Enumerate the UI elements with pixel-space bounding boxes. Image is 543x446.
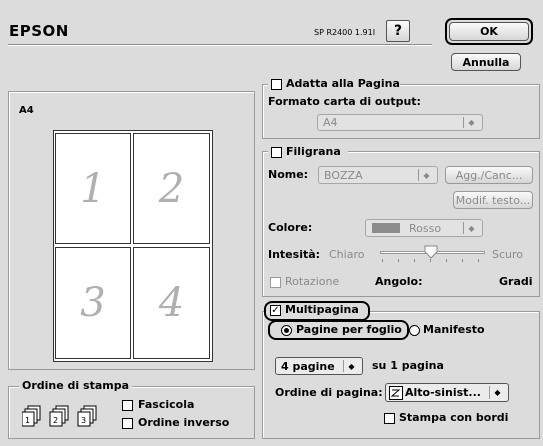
collate-stack-icon: 1 2 3 bbox=[21, 405, 114, 427]
paper-size-label: A4 bbox=[19, 105, 34, 116]
reverse-order-checkbox[interactable] bbox=[122, 418, 133, 429]
multipage-label: Multipagina bbox=[285, 303, 359, 316]
preview-page-1: 1 bbox=[55, 133, 131, 244]
pages-count-value: 4 pagine bbox=[281, 359, 335, 373]
slider-ticks bbox=[382, 259, 482, 262]
help-icon: ? bbox=[393, 23, 403, 39]
print-borders-checkbox[interactable] bbox=[384, 413, 395, 424]
intensity-low-label: Chiaro bbox=[329, 248, 365, 261]
output-paper-value: A4 bbox=[323, 116, 338, 129]
watermark-name-label: Nome: bbox=[268, 168, 309, 181]
collate-label: Fascicola bbox=[138, 398, 195, 411]
edit-text-button[interactable]: Modif. testo... bbox=[453, 191, 533, 209]
slider-thumb[interactable] bbox=[424, 245, 438, 259]
watermark-color-select[interactable]: Rosso ◆ bbox=[365, 219, 483, 237]
add-delete-button[interactable]: Agg./Canc... bbox=[445, 166, 533, 184]
updown-arrows-icon: ◆ bbox=[418, 169, 434, 181]
print-borders-label: Stampa con bordi bbox=[399, 411, 509, 424]
degrees-label: Gradi bbox=[499, 275, 533, 288]
output-paper-select[interactable]: A4 ◆ bbox=[317, 114, 483, 131]
stack-1-number: 1 bbox=[25, 416, 30, 425]
pages-suffix-label: su 1 pagina bbox=[372, 359, 444, 372]
epson-logo: EPSON bbox=[9, 22, 69, 40]
watermark-color-label: Colore: bbox=[268, 221, 313, 234]
stack-3-number: 3 bbox=[81, 416, 86, 425]
watermark-color-value: Rosso bbox=[409, 221, 442, 235]
pages-per-sheet-label: Pagine per foglio bbox=[296, 323, 402, 336]
updown-arrows-icon: ◆ bbox=[463, 117, 479, 128]
updown-arrows-icon: ◆ bbox=[463, 222, 479, 234]
intensity-label: Intesità: bbox=[268, 248, 321, 261]
preview-page-3: 3 bbox=[55, 247, 131, 359]
page-order-label: Ordine di pagina: bbox=[275, 386, 383, 399]
page-order-value: Alto-sinist... bbox=[405, 386, 481, 399]
updown-arrows-icon: ◆ bbox=[343, 360, 359, 372]
collate-checkbox[interactable] bbox=[122, 400, 133, 411]
page-order-icon bbox=[389, 385, 403, 400]
fit-page-label: Adatta alla Pagina bbox=[286, 77, 400, 90]
angle-label: Angolo: bbox=[375, 275, 423, 288]
intensity-high-label: Scuro bbox=[492, 248, 524, 261]
page-order-select[interactable]: Alto-sinist... ◆ bbox=[385, 383, 509, 402]
watermark-name-value: BOZZA bbox=[324, 168, 363, 182]
fit-page-checkbox[interactable] bbox=[271, 79, 282, 90]
watermark-checkbox[interactable] bbox=[271, 147, 282, 158]
pages-per-sheet-radio[interactable] bbox=[281, 325, 292, 336]
watermark-label: Filigrana bbox=[286, 145, 341, 158]
multipage-checkbox[interactable]: ✓ bbox=[270, 305, 281, 316]
ok-button[interactable]: OK bbox=[449, 22, 529, 41]
watermark-name-select[interactable]: BOZZA ◆ bbox=[318, 166, 438, 184]
color-swatch bbox=[372, 223, 400, 233]
poster-label: Manifesto bbox=[423, 323, 485, 336]
updown-arrows-icon: ◆ bbox=[489, 386, 505, 399]
intensity-slider[interactable] bbox=[380, 245, 485, 265]
pages-count-select[interactable]: 4 pagine ◆ bbox=[275, 357, 363, 375]
cancel-button[interactable]: Annulla bbox=[451, 53, 521, 71]
preview-page-2: 2 bbox=[133, 133, 210, 244]
print-order-title: Ordine di stampa bbox=[19, 379, 133, 392]
preview-page-4: 4 bbox=[133, 247, 210, 359]
model-version: SP R2400 1.91I bbox=[314, 28, 376, 37]
stack-2-number: 2 bbox=[53, 416, 58, 425]
help-button[interactable]: ? bbox=[386, 20, 410, 42]
poster-radio[interactable] bbox=[409, 325, 420, 336]
output-paper-label: Formato carta di output: bbox=[268, 95, 421, 108]
reverse-order-label: Ordine inverso bbox=[138, 416, 230, 429]
rotation-checkbox[interactable] bbox=[270, 277, 281, 288]
rotation-label: Rotazione bbox=[285, 275, 340, 288]
header-divider-highlight bbox=[8, 45, 432, 46]
